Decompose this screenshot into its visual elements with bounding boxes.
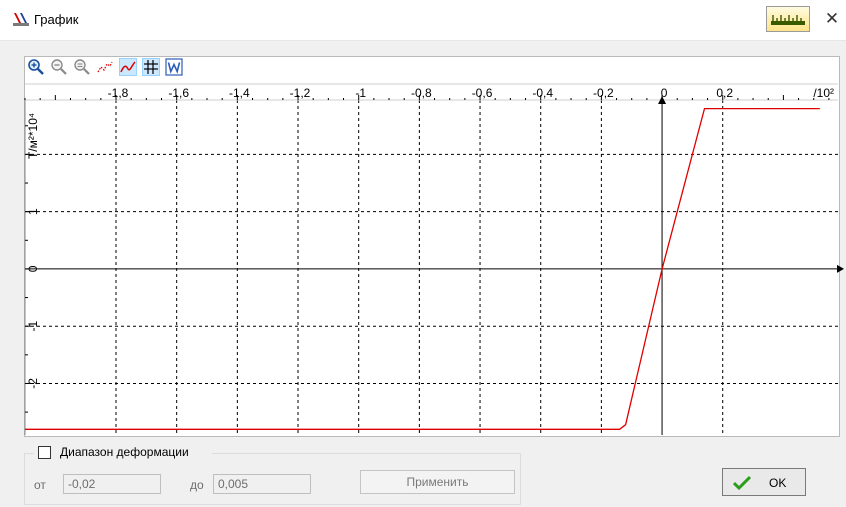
from-label: от [34, 478, 46, 492]
tick-labels: -1,8 -1,6 -1,4 -1,2 -1 -0,8 -0,6 -0,4 -0,2 0 0,2/1… [26, 86, 834, 389]
y-tick-label: -1 [26, 321, 40, 332]
group-border [212, 453, 521, 454]
x-tick-label: 0,2 [716, 86, 733, 100]
x-tick-label: 0 [661, 86, 668, 100]
group-border [24, 453, 34, 454]
x-tick-label: -0,2 [593, 86, 614, 100]
from-field[interactable]: -0,02 [63, 474, 161, 494]
x-tick-label: -1,6 [168, 86, 189, 100]
x-axis-arrow [837, 264, 844, 273]
to-label: до [190, 478, 204, 492]
grid-lines [25, 100, 838, 435]
x-tick-label: -1,4 [229, 86, 250, 100]
y-tick-label: 1 [26, 208, 40, 215]
range-checkbox[interactable] [38, 446, 51, 459]
x-tick-label: -0,4 [532, 86, 553, 100]
y-axis-label: Т/м²*10⁴ [26, 113, 40, 159]
x-tick-label: -0,8 [411, 86, 432, 100]
x-tick-label: -1,2 [290, 86, 311, 100]
tick-marks [24, 95, 830, 413]
y-tick-label: 0 [26, 265, 40, 272]
axes [24, 83, 844, 435]
apply-button[interactable]: Применить [360, 470, 515, 494]
x-tick-label: -0,6 [472, 86, 493, 100]
x-tick-label: -1,8 [108, 86, 129, 100]
to-field[interactable]: 0,005 [213, 474, 311, 494]
ok-label: OK [769, 476, 787, 490]
x-scale-label: /10² [813, 86, 834, 100]
x-tick-label: -1 [355, 86, 366, 100]
y-tick-label: -2 [26, 378, 40, 389]
range-checkbox-label: Диапазон деформации [60, 445, 189, 459]
chart: -1,8 -1,6 -1,4 -1,2 -1 -0,8 -0,6 -0,4 -0,2 0 0,2/1… [24, 83, 844, 435]
checkmark-icon [733, 475, 751, 491]
ok-button[interactable]: OK [722, 468, 806, 496]
